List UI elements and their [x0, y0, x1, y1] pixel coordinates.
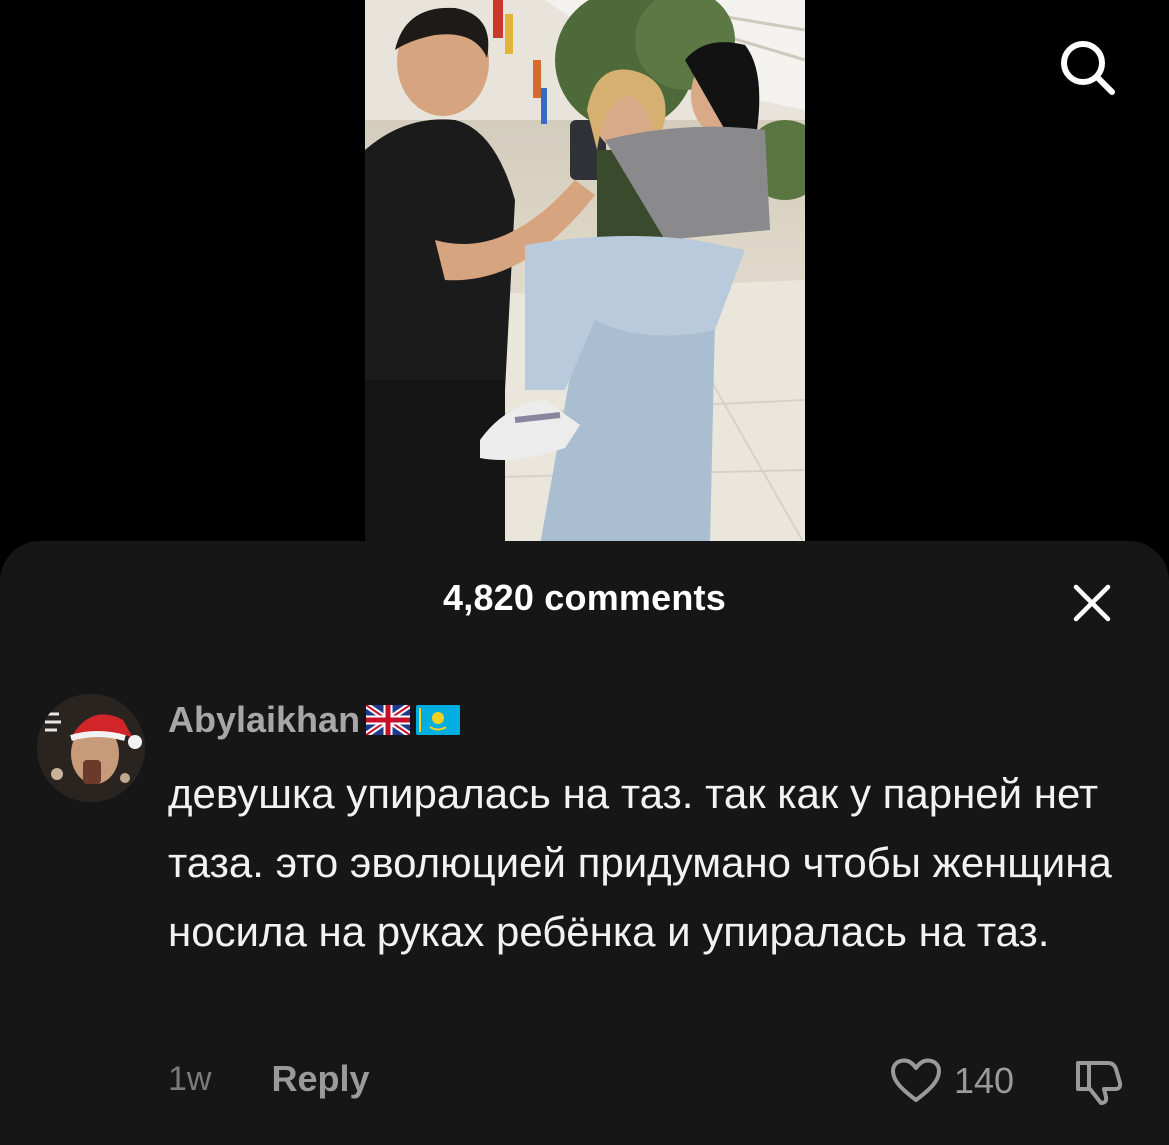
- search-icon: [1061, 41, 1115, 95]
- like-button[interactable]: 140: [890, 1056, 1014, 1106]
- like-count: 140: [954, 1060, 1015, 1101]
- screen: 4,820 comments Abylaikhan девушка упирал…: [0, 0, 1169, 1145]
- search-button[interactable]: [1052, 32, 1122, 102]
- heart-icon: [891, 1058, 941, 1102]
- kz-flag-icon: [416, 705, 461, 735]
- comment-meta: 1w Reply: [168, 1056, 370, 1102]
- gb-flag-icon: [366, 705, 411, 735]
- comments-sheet: 4,820 comments Abylaikhan девушка упирал…: [0, 541, 1169, 1145]
- dislike-button[interactable]: [1068, 1053, 1128, 1109]
- close-button[interactable]: [1066, 577, 1118, 629]
- reply-button[interactable]: Reply: [271, 1058, 369, 1100]
- comment-author[interactable]: Abylaikhan: [168, 697, 461, 743]
- avatar-image: [37, 694, 145, 802]
- comment-text: девушка упиралась на таз. так как у парн…: [168, 770, 1112, 955]
- thumbs-down-icon: [1076, 1061, 1123, 1105]
- comments-count-title: 4,820 comments: [443, 577, 726, 618]
- close-icon: [1073, 584, 1111, 622]
- comment-time: 1w: [168, 1059, 212, 1098]
- video-player[interactable]: [365, 0, 805, 545]
- avatar[interactable]: [37, 694, 145, 802]
- video-frame: [365, 0, 805, 545]
- username: Abylaikhan: [168, 699, 361, 740]
